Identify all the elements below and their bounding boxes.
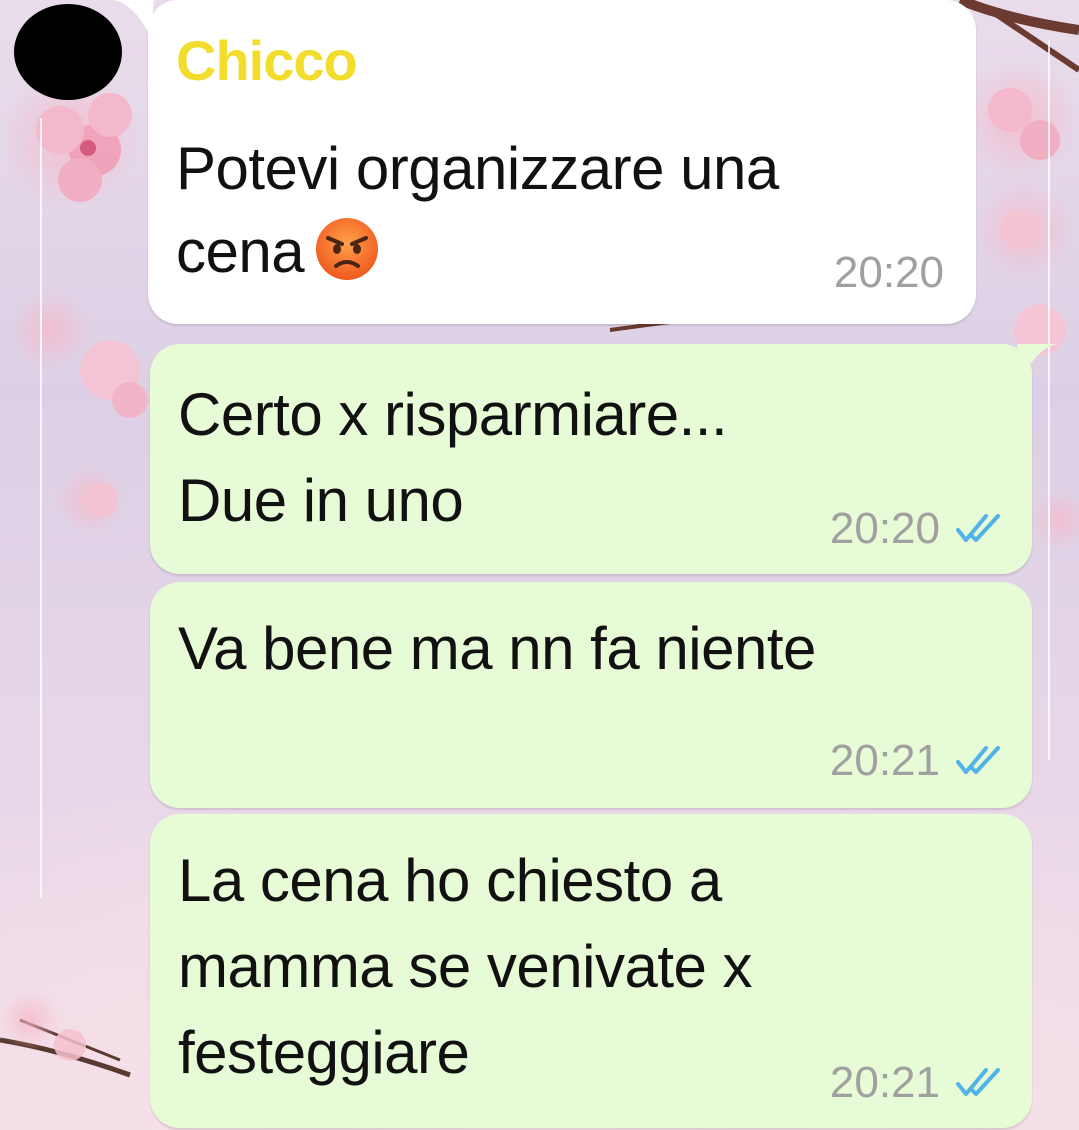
message-text-line: La cena ho chiesto a bbox=[178, 847, 722, 914]
message-timestamp: 20:20 bbox=[829, 504, 940, 553]
angry-face-emoji-icon bbox=[316, 218, 379, 280]
message-text-line: mamma se venivate x bbox=[178, 933, 753, 1000]
message-timestamp: 20:21 bbox=[829, 736, 940, 785]
read-double-check-icon bbox=[956, 514, 1000, 542]
message-text-line-with-emoji: cena bbox=[176, 216, 380, 286]
message-text: cena bbox=[176, 218, 305, 285]
read-double-check-icon bbox=[956, 746, 1000, 774]
sender-avatar[interactable] bbox=[14, 4, 122, 100]
message-bubble-outgoing[interactable]: Certo x risparmiare... Due in uno 20:20 bbox=[150, 344, 1032, 574]
message-text-line: Due in uno bbox=[178, 467, 464, 534]
message-bubble-incoming[interactable]: Chicco Potevi organizzare una cena 20:20 bbox=[148, 0, 976, 324]
message-timestamp: 20:21 bbox=[829, 1058, 940, 1107]
message-text-line: festeggiare bbox=[178, 1019, 470, 1086]
message-text-line: Certo x risparmiare... bbox=[178, 381, 728, 448]
message-bubble-outgoing[interactable]: Va bene ma nn fa niente 20:21 bbox=[150, 582, 1032, 808]
message-timestamp: 20:20 bbox=[833, 248, 944, 297]
message-bubble-outgoing[interactable]: La cena ho chiesto a mamma se venivate x… bbox=[150, 814, 1032, 1128]
message-text-line: Potevi organizzare una bbox=[176, 135, 779, 202]
sender-name[interactable]: Chicco bbox=[176, 28, 358, 93]
message-text-line: Va bene ma nn fa niente bbox=[178, 615, 816, 682]
read-double-check-icon bbox=[956, 1068, 1000, 1096]
